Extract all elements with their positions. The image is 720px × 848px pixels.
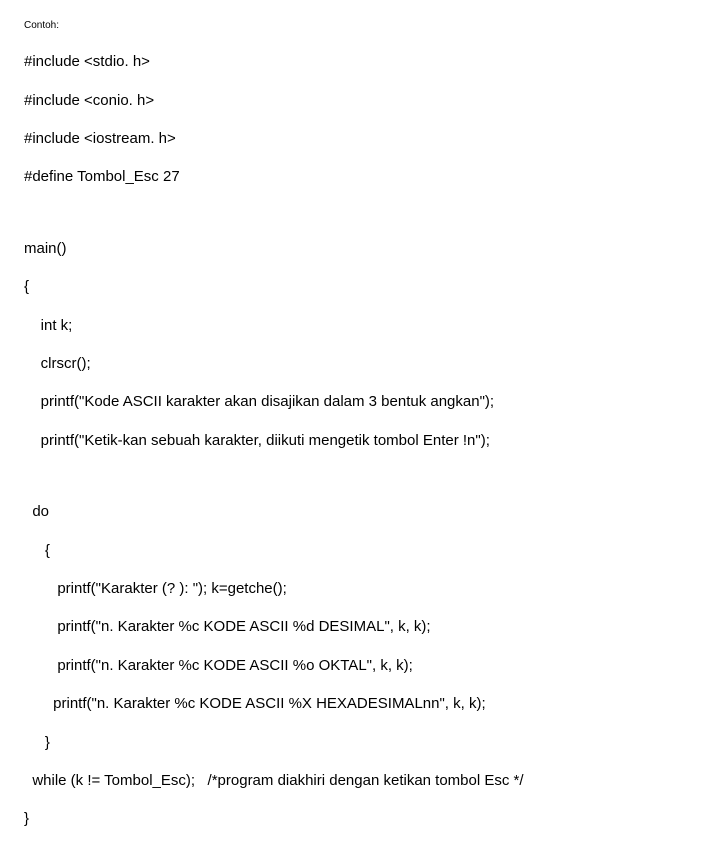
- code-line: clrscr();: [24, 354, 696, 373]
- code-block: #include <stdio. h> #include <conio. h> …: [24, 33, 696, 848]
- code-line: printf("n. Karakter %c KODE ASCII %X HEX…: [24, 694, 696, 713]
- code-line: do: [24, 502, 696, 521]
- code-line: #define Tombol_Esc 27: [24, 167, 696, 186]
- code-line: }: [24, 809, 696, 828]
- code-line: main(): [24, 239, 696, 258]
- code-line: printf("Karakter (? ): "); k=getche();: [24, 579, 696, 598]
- code-line: int k;: [24, 316, 696, 335]
- code-line: printf("n. Karakter %c KODE ASCII %o OKT…: [24, 656, 696, 675]
- code-line: printf("Ketik-kan sebuah karakter, diiku…: [24, 431, 696, 450]
- code-line: printf("Kode ASCII karakter akan disajik…: [24, 392, 696, 411]
- code-line: #include <iostream. h>: [24, 129, 696, 148]
- code-line: #include <stdio. h>: [24, 52, 696, 71]
- code-line: {: [24, 277, 696, 296]
- code-line: }: [24, 733, 696, 752]
- code-line: #include <conio. h>: [24, 91, 696, 110]
- code-line: while (k != Tombol_Esc); /*program diakh…: [24, 771, 696, 790]
- code-line: {: [24, 541, 696, 560]
- code-line: printf("n. Karakter %c KODE ASCII %d DES…: [24, 617, 696, 636]
- example-label: Contoh:: [24, 20, 696, 31]
